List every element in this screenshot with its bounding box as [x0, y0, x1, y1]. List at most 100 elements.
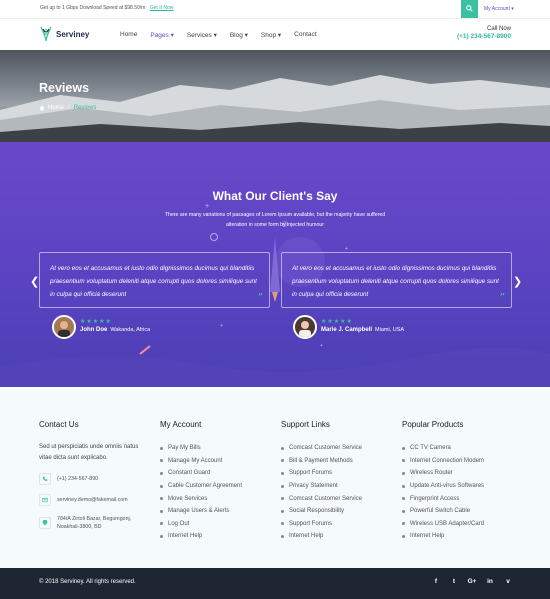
testimonial-quote: At vero eos et accusamus et iusto odio d…: [292, 265, 499, 298]
svg-text:+: +: [220, 323, 223, 329]
footer-link[interactable]: Powerful Switch Cable: [402, 505, 484, 518]
call-label: Call Now: [486, 26, 511, 32]
brand-name: Serviney: [56, 29, 90, 39]
location-pin-icon: [39, 517, 51, 529]
logo[interactable]: Serviney: [39, 26, 89, 42]
copyright: © 2018 Serviney. All rights reserved.: [39, 579, 136, 585]
mountain-background: [0, 75, 550, 142]
breadcrumb-separator: /: [68, 105, 70, 111]
footer-heading: Popular Products: [402, 420, 464, 429]
contact-email: serviney.demo@fakemail.com: [39, 494, 149, 506]
contact-text: Sed ut perspiciatis unde omniis natus vi…: [39, 444, 139, 461]
home-icon: [39, 105, 45, 111]
vimeo-icon[interactable]: v: [499, 578, 517, 585]
promo-text: Get up to 1 Gbps Download Speed at $98.5…: [40, 5, 146, 11]
footer-contact: Contact Us Sed ut perspiciatis unde omni…: [39, 420, 149, 531]
author-name: John Doe: [80, 327, 108, 333]
promo-link[interactable]: Get It Now: [150, 5, 174, 11]
quote-mark-icon: ”: [499, 293, 505, 303]
footer-account: My Account Pay My Bills Manage My Accoun…: [160, 420, 242, 543]
svg-text:+: +: [205, 203, 209, 210]
support-links: Comcast Customer Service Bill & Payment …: [281, 442, 362, 543]
footer-link[interactable]: Internet Help: [402, 530, 484, 543]
footer-link[interactable]: Log Out: [160, 518, 242, 531]
footer-link[interactable]: Fingerprint Access: [402, 492, 484, 505]
footer-link[interactable]: Internet Help: [160, 530, 242, 543]
phone-number[interactable]: (+1) 234-567-890: [57, 476, 98, 482]
footer-link[interactable]: Social Responsibility: [281, 505, 362, 518]
contact-phone: (+1) 234-567-890: [39, 473, 149, 485]
social-links: f t G+ in v: [427, 578, 517, 585]
facebook-icon[interactable]: f: [427, 578, 445, 585]
footer-link[interactable]: Support Forums: [281, 467, 362, 480]
footer-link[interactable]: Manage My Account: [160, 455, 242, 468]
account-links: Pay My Bills Manage My Account Constant …: [160, 442, 242, 543]
footer-link[interactable]: Cable Customer Agreement: [160, 480, 242, 493]
footer-heading: My Account: [160, 420, 202, 429]
footer-support: Support Links Comcast Customer Service B…: [281, 420, 362, 543]
main-nav: Home Pages ▾ Services ▾ Blog ▾ Shop ▾ Co…: [120, 31, 330, 39]
page-title: Reviews: [39, 81, 90, 95]
carousel-next-button[interactable]: ❯: [513, 275, 522, 288]
page-hero: Reviews Home / Reviews: [0, 50, 550, 142]
footer-link[interactable]: Wireless USB Adapter/Card: [402, 518, 484, 531]
breadcrumb-current: Reviews: [73, 105, 97, 111]
footer-link[interactable]: Privacy Statement: [281, 480, 362, 493]
author-location: Wakanda, Africa: [110, 327, 151, 333]
avatar: [52, 315, 76, 339]
email-address[interactable]: serviney.demo@fakemail.com: [57, 497, 128, 503]
footer-link[interactable]: Update Anti-virus Softwares: [402, 480, 484, 493]
carousel-prev-button[interactable]: ❮: [30, 275, 39, 288]
nav-contact[interactable]: Contact: [294, 31, 316, 39]
footer-bottom-bar: © 2018 Serviney. All rights reserved. f …: [0, 568, 550, 599]
footer-heading: Support Links: [281, 420, 330, 429]
footer-link[interactable]: Internet Help: [281, 530, 362, 543]
testimonial-quote: At vero eos et accusamus et iusto odio d…: [50, 265, 257, 298]
logo-mark-icon: [40, 26, 52, 42]
avatar: [293, 315, 317, 339]
svg-text:+: +: [320, 343, 323, 349]
breadcrumb-home[interactable]: Home: [48, 105, 64, 111]
footer-link[interactable]: Constant Guard: [160, 467, 242, 480]
footer-link[interactable]: Internet Connection Modem: [402, 455, 484, 468]
call-number[interactable]: (+1) 234-567-8900: [457, 33, 511, 40]
testimonial-author: Marie J. Campbell Miami, USA: [321, 327, 404, 333]
author-name: Marie J. Campbell: [321, 327, 373, 333]
footer-link[interactable]: Pay My Bills: [160, 442, 242, 455]
mail-icon: [39, 494, 51, 506]
nav-shop[interactable]: Shop ▾: [261, 31, 281, 39]
testimonial-card: At vero eos et accusamus et iusto odio d…: [39, 252, 270, 308]
nav-services[interactable]: Services ▾: [187, 31, 217, 39]
twitter-icon[interactable]: t: [445, 578, 463, 585]
person-icon: [54, 317, 74, 337]
testimonials-section: + + + + What Our Client's Say There are …: [0, 142, 550, 387]
footer-link[interactable]: Comcast Customer Service: [281, 492, 362, 505]
person-icon: [295, 317, 315, 337]
nav-pages[interactable]: Pages ▾: [150, 31, 174, 39]
google-plus-icon[interactable]: G+: [463, 578, 481, 585]
nav-home[interactable]: Home: [120, 31, 137, 39]
linkedin-icon[interactable]: in: [481, 578, 499, 585]
search-button[interactable]: [461, 0, 478, 18]
testimonial-card: At vero eos et accusamus et iusto odio d…: [281, 252, 512, 308]
main-header: Serviney Home Pages ▾ Services ▾ Blog ▾ …: [0, 18, 550, 50]
breadcrumb: Home / Reviews: [39, 105, 96, 111]
rating-stars: ★★★★★: [80, 319, 112, 325]
footer-link[interactable]: Wireless Router: [402, 467, 484, 480]
my-account-dropdown[interactable]: My Account ▾: [484, 6, 514, 12]
phone-icon: [39, 473, 51, 485]
footer-link[interactable]: Support Forums: [281, 518, 362, 531]
footer-link[interactable]: Comcast Customer Service: [281, 442, 362, 455]
footer-link[interactable]: Manage Users & Alerts: [160, 505, 242, 518]
address-text: 784/A Zirtoli Bazar, Begumgonj, Noakhali…: [57, 516, 132, 530]
rating-stars: ★★★★★: [321, 319, 353, 325]
footer-link[interactable]: CC TV Camera: [402, 442, 484, 455]
footer-products: Popular Products CC TV Camera Internet C…: [402, 420, 484, 543]
promo-banner: Get up to 1 Gbps Download Speed at $98.5…: [40, 5, 173, 11]
contact-address: 784/A Zirtoli Bazar, Begumgonj, Noakhali…: [39, 515, 149, 531]
quote-mark-icon: ”: [257, 293, 263, 303]
product-links: CC TV Camera Internet Connection Modem W…: [402, 442, 484, 543]
nav-blog[interactable]: Blog ▾: [230, 31, 248, 39]
footer-link[interactable]: Bill & Payment Methods: [281, 455, 362, 468]
footer-link[interactable]: Move Services: [160, 492, 242, 505]
